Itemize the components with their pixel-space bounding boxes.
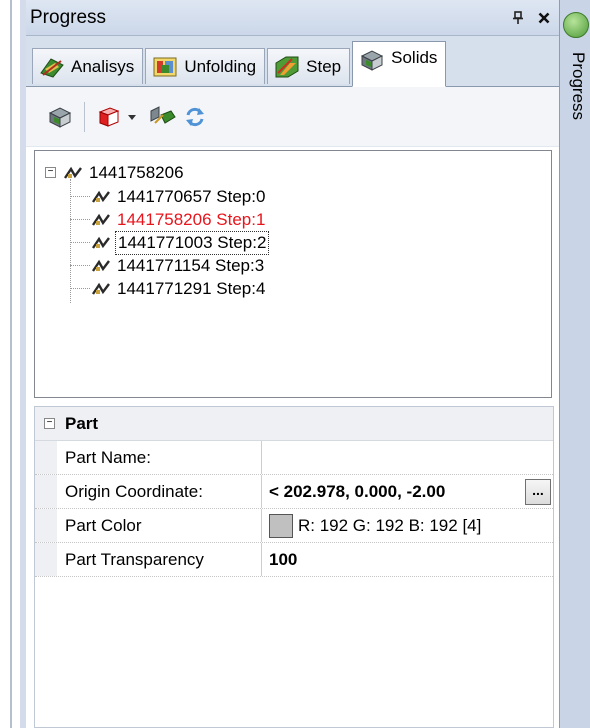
property-row: Part Transparency 100 bbox=[35, 543, 553, 577]
property-row: Origin Coordinate: < 202.978, 0.000, -2.… bbox=[35, 475, 553, 509]
unfolding-icon bbox=[153, 57, 177, 76]
move-solid-icon[interactable] bbox=[147, 102, 179, 132]
part-node-icon bbox=[92, 236, 110, 249]
tree-node-label: 1441770657 Step:0 bbox=[117, 186, 266, 206]
part-color-text: R: 192 G: 192 B: 192 [4] bbox=[298, 515, 482, 535]
tree-node-label: 1441771291 Step:4 bbox=[117, 278, 266, 298]
property-key: Origin Coordinate: bbox=[57, 475, 262, 508]
tree-node-label: 1441758206 Step:1 bbox=[117, 209, 266, 229]
analysis-icon bbox=[40, 57, 64, 78]
step-icon bbox=[275, 56, 299, 77]
origin-coordinate-value[interactable]: < 202.978, 0.000, -2.00 ... bbox=[262, 475, 553, 508]
autohide-side-bar: Progress bbox=[560, 0, 590, 728]
property-row: Part Name: bbox=[35, 441, 553, 475]
tree-root-node[interactable]: 1441758206 bbox=[63, 161, 186, 184]
refresh-icon[interactable] bbox=[179, 102, 211, 132]
solids-tree[interactable]: − 1441758206 1441770657 Step:0 144175820… bbox=[34, 150, 552, 398]
tab-label: Unfolding bbox=[184, 56, 257, 76]
category-label: Part bbox=[65, 413, 99, 433]
category-collapse-toggle[interactable]: − bbox=[44, 418, 55, 429]
panel-title: Progress bbox=[30, 6, 107, 28]
part-node-icon bbox=[64, 166, 82, 179]
tab-solids[interactable]: Solids bbox=[352, 41, 447, 87]
part-color-value[interactable]: R: 192 G: 192 B: 192 [4] bbox=[262, 509, 553, 542]
part-node-icon bbox=[92, 213, 110, 226]
tree-node-label: 1441771154 Step:3 bbox=[117, 255, 265, 275]
tab-step[interactable]: Step bbox=[267, 48, 351, 84]
tab-analisys[interactable]: Analisys bbox=[32, 48, 144, 84]
part-name-value[interactable] bbox=[262, 441, 553, 474]
property-key: Part Color bbox=[57, 509, 262, 542]
tree-node-label: 1441758206 bbox=[89, 162, 184, 182]
dropdown-arrow-icon[interactable] bbox=[125, 102, 139, 132]
tree-child-node[interactable]: 1441771154 Step:3 bbox=[91, 254, 266, 277]
tree-child-node[interactable]: 1441771003 Step:2 bbox=[91, 230, 270, 255]
tab-unfolding[interactable]: Unfolding bbox=[145, 48, 266, 84]
tab-label: Analisys bbox=[71, 56, 135, 76]
tree-child-node[interactable]: 1441770657 Step:0 bbox=[91, 185, 267, 208]
pin-icon[interactable] bbox=[507, 7, 529, 29]
property-grid: − Part Part Name: Origin Coordinate: < 2… bbox=[34, 406, 554, 728]
origin-coordinate-text: < 202.978, 0.000, -2.00 bbox=[269, 481, 446, 501]
tree-child-node[interactable]: 1441758206 Step:1 bbox=[91, 208, 267, 231]
property-row: Part Color R: 192 G: 192 B: 192 [4] bbox=[35, 509, 553, 543]
part-transparency-value[interactable]: 100 bbox=[262, 543, 553, 576]
color-cube-icon[interactable] bbox=[93, 102, 125, 132]
origin-coordinate-edit-button[interactable]: ... bbox=[525, 479, 551, 505]
side-tab-progress[interactable]: Progress bbox=[564, 52, 588, 152]
property-key: Part Name: bbox=[57, 441, 262, 474]
left-frame-border bbox=[0, 0, 26, 728]
part-node-icon bbox=[92, 259, 110, 272]
property-category-part[interactable]: − Part bbox=[35, 407, 553, 441]
part-node-icon bbox=[92, 190, 110, 203]
tab-label: Step bbox=[306, 56, 342, 76]
tree-collapse-toggle[interactable]: − bbox=[45, 167, 56, 178]
color-swatch bbox=[269, 513, 293, 538]
solids-icon bbox=[361, 50, 384, 71]
tree-node-label: 1441771003 Step:2 bbox=[115, 230, 270, 255]
solids-toolbar bbox=[26, 87, 559, 147]
panel-titlebar[interactable]: Progress bbox=[26, 0, 559, 36]
property-key: Part Transparency bbox=[57, 543, 262, 576]
part-node-icon bbox=[92, 282, 110, 295]
tab-strip: Analisys Unfolding Step Solids bbox=[26, 36, 559, 87]
close-icon[interactable] bbox=[533, 7, 555, 29]
tab-label: Solids bbox=[391, 48, 438, 67]
progress-panel: Progress Analisys Unfolding Step Solids bbox=[26, 0, 560, 728]
toolbar-separator bbox=[84, 101, 85, 132]
tree-child-node[interactable]: 1441771291 Step:4 bbox=[91, 277, 267, 300]
solid-view-icon[interactable] bbox=[44, 102, 76, 132]
progress-status-icon[interactable] bbox=[563, 12, 589, 38]
